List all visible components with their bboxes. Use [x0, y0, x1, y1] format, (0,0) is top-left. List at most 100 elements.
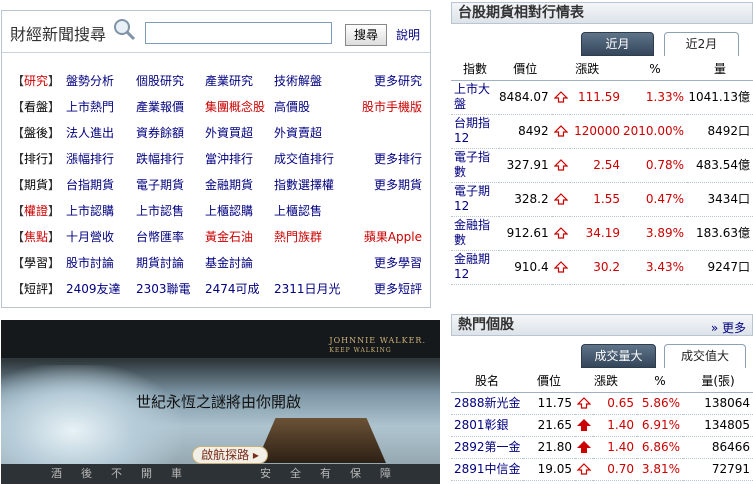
tab-top-value[interactable]: 成交值大 — [664, 344, 746, 368]
menu-link[interactable]: 成交值排行 — [274, 149, 334, 169]
menu-more-link[interactable]: 更多研究 — [374, 71, 422, 91]
menu-link[interactable]: 2303聯電 — [136, 279, 191, 299]
menu-row: 【期貨】 台指期貨 電子期貨 金融期貨 指數選擇權 更多期貨 — [2, 175, 430, 195]
menu-link[interactable]: 期貨討論 — [136, 253, 184, 273]
menu-link[interactable]: 2409友達 — [66, 279, 121, 299]
hot-stock-row[interactable]: 2892第一金 21.80 1.40 6.86% 86466 — [451, 436, 753, 459]
hot-stock-row[interactable]: 2801彰銀 21.65 1.40 6.91% 134805 — [451, 414, 753, 437]
quote-name[interactable]: 上市大盤 — [451, 80, 499, 115]
quote-row[interactable]: 金融指數 912.61 34.19 3.89% 183.63億 — [451, 216, 753, 251]
col-pct: % — [637, 370, 683, 393]
hot-stock-name[interactable]: 2888新光金 — [451, 392, 523, 415]
menu-link[interactable]: 跌幅排行 — [136, 149, 184, 169]
quote-name[interactable]: 台期指12 — [451, 114, 499, 149]
menu-link[interactable]: 上市熱門 — [66, 97, 114, 117]
hot-stock-price: 11.75 — [523, 392, 575, 415]
menu-link[interactable]: 盤勢分析 — [66, 71, 114, 91]
menu-link[interactable]: 基金討論 — [205, 253, 253, 273]
quote-change: 120000 — [569, 114, 623, 149]
menu-more-link[interactable]: 蘋果Apple — [364, 227, 422, 247]
hot-stocks-title: 熱門個股 — [458, 317, 514, 333]
menu-link[interactable]: 台幣匯率 — [136, 227, 184, 247]
menu-link[interactable]: 十月營收 — [66, 227, 114, 247]
help-link[interactable]: 說明 — [396, 26, 420, 43]
ad-brand-logo: JOHNNIE WALKER. KEEP WALKING — [329, 336, 426, 354]
menu-link[interactable]: 個股研究 — [136, 71, 184, 91]
quote-name[interactable]: 金融期12 — [451, 250, 499, 285]
menu-link[interactable]: 金融期貨 — [205, 175, 253, 195]
menu-category: 【學習】 — [12, 256, 61, 270]
menu-link[interactable]: 集團概念股 — [205, 97, 265, 117]
ad-bottom-char: 不 — [111, 467, 122, 480]
menu-row: 【焦點】 十月營收 台幣匯率 黃金石油 熱門族群 蘋果Apple — [2, 227, 430, 247]
menu-link[interactable]: 外資賣超 — [274, 123, 322, 143]
tab-near-month[interactable]: 近月 — [581, 32, 654, 56]
menu-more-link[interactable]: 更多短評 — [374, 279, 422, 299]
hot-stock-name[interactable]: 2891中信金 — [451, 458, 523, 481]
menu-link[interactable]: 熱門族群 — [274, 227, 322, 247]
ad-cta-button[interactable]: 啟航探路 ▸ — [192, 446, 268, 464]
menu-link[interactable]: 台指期貨 — [66, 175, 114, 195]
quote-name[interactable]: 金融指數 — [451, 216, 499, 251]
menu-link[interactable]: 2474可成 — [205, 279, 260, 299]
col-stock: 股名 — [451, 370, 523, 393]
menu-link[interactable]: 資券餘額 — [136, 123, 184, 143]
quote-price: 8492 — [499, 114, 552, 149]
menu-more-link[interactable]: 更多排行 — [374, 149, 422, 169]
search-button[interactable]: 搜尋 — [345, 24, 387, 46]
menu-more-link[interactable]: 股市手機版 — [362, 97, 422, 117]
menu-category-label: 排行 — [24, 152, 49, 166]
menu-category-label: 權證 — [24, 204, 49, 218]
ad-iceberg-image — [1, 365, 181, 475]
menu-category: 【短評】 — [12, 282, 61, 296]
menu-more-link[interactable]: 更多學習 — [374, 253, 422, 273]
menu-link[interactable]: 產業報價 — [136, 97, 184, 117]
menu-link[interactable]: 外資買超 — [205, 123, 253, 143]
menu-more-link[interactable]: 更多期貨 — [374, 175, 422, 195]
menu-category: 【權證】 — [12, 204, 61, 218]
quote-row[interactable]: 上市大盤 8484.07 111.59 1.33% 1041.13億 — [451, 80, 753, 115]
quote-row[interactable]: 金融期12 910.4 30.2 3.43% 9247口 — [451, 250, 753, 285]
quote-row[interactable]: 電子期12 328.2 1.55 0.47% 3434口 — [451, 182, 753, 217]
hot-stock-name[interactable]: 2801彰銀 — [451, 414, 523, 437]
menu-category: 【焦點】 — [12, 230, 61, 244]
quote-name[interactable]: 電子期12 — [451, 182, 499, 217]
hot-stocks-panel-title: 熱門個股 » 更多 — [451, 314, 753, 336]
quote-row[interactable]: 電子指數 327.91 2.54 0.78% 483.54億 — [451, 148, 753, 183]
menu-link[interactable]: 股市討論 — [66, 253, 114, 273]
menu-link[interactable]: 法人進出 — [66, 123, 114, 143]
tab-top-volume[interactable]: 成交量大 — [581, 344, 656, 368]
more-hot-stocks-link[interactable]: » 更多 — [711, 318, 746, 338]
menu-link[interactable]: 上市認購 — [66, 201, 114, 221]
menu-link[interactable]: 指數選擇權 — [274, 175, 334, 195]
menu-link[interactable]: 上櫃認售 — [274, 201, 322, 221]
menu-link[interactable]: 黃金石油 — [205, 227, 253, 247]
hot-stock-pct: 5.86% — [637, 392, 683, 415]
tab-next-2-month[interactable]: 近2月 — [664, 32, 739, 56]
menu-category-label: 研究 — [24, 74, 49, 88]
hot-stock-row[interactable]: 2891中信金 19.05 0.70 3.81% 72791 — [451, 458, 753, 481]
menu-link[interactable]: 上櫃認購 — [205, 201, 253, 221]
menu-link[interactable]: 電子期貨 — [136, 175, 184, 195]
hot-stock-name[interactable]: 2892第一金 — [451, 436, 523, 459]
col-volume: 量(張) — [683, 370, 753, 393]
menu-link[interactable]: 技術解盤 — [274, 71, 322, 91]
quote-pct: 3.89% — [622, 216, 687, 251]
quote-volume: 483.54億 — [687, 148, 753, 183]
menu-link[interactable]: 當沖排行 — [205, 149, 253, 169]
more-label: 更多 — [721, 321, 746, 335]
quote-row[interactable]: 台期指12 8492 120000 2010.00% 8492口 — [451, 114, 753, 149]
quote-name[interactable]: 電子指數 — [451, 148, 499, 183]
menu-link[interactable]: 2311日月光 — [274, 279, 341, 299]
menu-link[interactable]: 產業研究 — [205, 71, 253, 91]
ad-bottom-char: 保 — [350, 467, 361, 480]
news-search-input[interactable] — [145, 22, 332, 44]
quote-pct: 1.33% — [622, 80, 687, 115]
menu-row: 【短評】 2409友達 2303聯電 2474可成 2311日月光 更多短評 — [2, 279, 430, 299]
ad-bottom-char: 車 — [171, 467, 182, 480]
johnnie-walker-ad-banner[interactable]: JOHNNIE WALKER. KEEP WALKING 世紀永恆之謎將由你開啟 … — [1, 320, 440, 484]
menu-link[interactable]: 漲幅排行 — [66, 149, 114, 169]
menu-link[interactable]: 上市認售 — [136, 201, 184, 221]
hot-stock-row[interactable]: 2888新光金 11.75 0.65 5.86% 138064 — [451, 392, 753, 415]
menu-link[interactable]: 高價股 — [274, 97, 310, 117]
